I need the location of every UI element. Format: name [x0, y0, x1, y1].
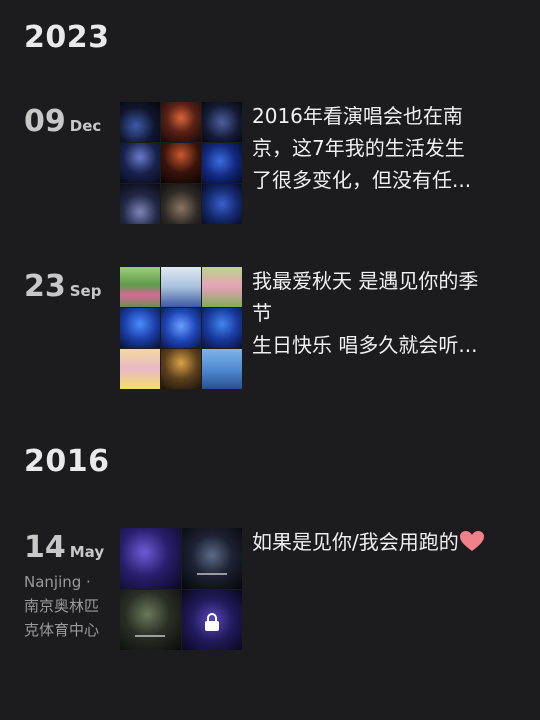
photo-thumbnail[interactable]	[202, 308, 242, 348]
entry-text-content: 如果是见你/我会用跑的	[252, 530, 459, 554]
photo-thumbnail[interactable]	[202, 267, 242, 307]
entry-text[interactable]: 我最爱秋天 是遇见你的季 节 生日快乐 唱多久就会听...	[252, 265, 524, 361]
entry-text-line: 了很多变化，但没有任...	[252, 168, 472, 192]
photo-thumbnail[interactable]	[181, 528, 242, 589]
photo-thumbnail[interactable]	[161, 102, 201, 142]
entry-text[interactable]: 2016年看演唱会也在南 京，这7年我的生活发生 了很多变化，但没有任...	[252, 100, 524, 196]
photo-grid[interactable]	[120, 267, 242, 389]
entry-date: 23 Sep	[24, 269, 101, 304]
photo-thumbnail[interactable]	[161, 267, 201, 307]
photo-thumbnail[interactable]	[120, 102, 160, 142]
entry-day: 09	[24, 104, 66, 139]
entry-date: 09 Dec	[24, 104, 101, 139]
location-line: 克体育中心	[24, 621, 100, 639]
photo-thumbnail[interactable]	[120, 528, 181, 589]
entry-text-line: 我最爱秋天 是遇见你的季	[252, 269, 479, 293]
photo-thumbnail[interactable]	[202, 349, 242, 389]
photo-thumbnail[interactable]	[161, 143, 201, 183]
location-line: 南京奥林匹	[24, 597, 100, 615]
photo-grid[interactable]	[120, 102, 242, 224]
photo-thumbnail[interactable]	[120, 589, 181, 650]
entry-text-line: 京，这7年我的生活发生	[252, 136, 465, 160]
photo-thumbnail[interactable]	[161, 308, 201, 348]
photo-thumbnail[interactable]	[202, 184, 242, 224]
entry-text-line: 节	[252, 301, 272, 325]
photo-thumbnail[interactable]	[120, 308, 160, 348]
photo-thumbnail[interactable]	[120, 267, 160, 307]
entry-text[interactable]: 如果是见你/我会用跑的	[252, 526, 524, 558]
location-line: Nanjing ·	[24, 573, 91, 591]
photo-thumbnail[interactable]	[120, 184, 160, 224]
entry-date: 14 May	[24, 530, 104, 565]
year-heading-2023: 2023	[24, 20, 110, 55]
photo-grid[interactable]	[120, 528, 242, 650]
photo-thumbnail[interactable]	[161, 184, 201, 224]
photo-thumbnail[interactable]	[120, 349, 160, 389]
entry-month: Dec	[69, 117, 102, 135]
photo-thumbnail[interactable]	[161, 349, 201, 389]
photo-thumbnail[interactable]	[202, 143, 242, 183]
lock-icon	[204, 612, 219, 631]
entry-day: 23	[24, 269, 66, 304]
entry-month: Sep	[69, 282, 102, 300]
entry-location[interactable]: Nanjing · 南京奥林匹 克体育中心	[24, 570, 116, 642]
heart-emoji-icon	[459, 531, 484, 551]
photo-thumbnail[interactable]	[181, 589, 242, 650]
entry-text-line: 如果是见你/我会用跑的	[252, 526, 524, 558]
entry-text-line: 生日快乐 唱多久就会听...	[252, 333, 478, 357]
entry-day: 14	[24, 530, 66, 565]
year-heading-2016: 2016	[24, 444, 110, 479]
entry-text-line: 2016年看演唱会也在南	[252, 104, 463, 128]
entry-month: May	[69, 543, 105, 561]
photo-thumbnail[interactable]	[120, 143, 160, 183]
photo-thumbnail[interactable]	[202, 102, 242, 142]
